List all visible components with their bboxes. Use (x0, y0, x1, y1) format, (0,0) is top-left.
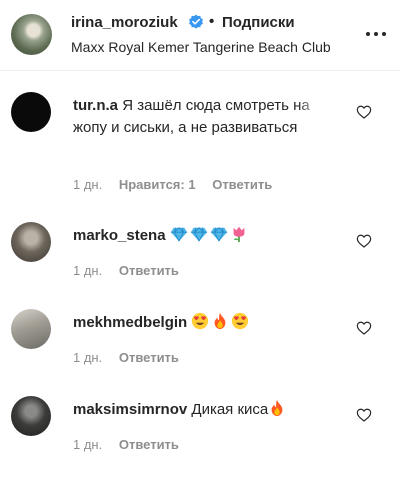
comment-text: marko_stena (73, 225, 343, 247)
comment-time[interactable]: 1 дн. (73, 263, 102, 278)
gem-icon (170, 227, 187, 242)
like-heart-icon[interactable] (356, 407, 372, 423)
comment-body: Дикая киса (191, 401, 269, 418)
gem-icon (210, 227, 227, 242)
author-username[interactable]: irina_moroziuk (71, 14, 178, 31)
more-options-icon[interactable] (366, 26, 388, 42)
commenter-username[interactable]: tur.n.a (73, 97, 118, 114)
like-heart-icon[interactable] (356, 104, 372, 120)
commenter-avatar[interactable] (11, 309, 51, 349)
location-link[interactable]: Maxx Royal Kemer Tangerine Beach Club (71, 39, 331, 55)
fire-icon (214, 312, 226, 330)
post-header: irina_moroziuk • Подписки Maxx Royal Kem… (0, 0, 400, 71)
verified-badge-icon (189, 14, 203, 29)
author-avatar[interactable] (11, 14, 52, 55)
separator-dot: • (209, 13, 215, 30)
reply-button[interactable]: Ответить (212, 177, 272, 192)
text-fade (298, 95, 322, 117)
reply-button[interactable]: Ответить (119, 350, 179, 365)
comment-likes[interactable]: Нравится: 1 (119, 177, 196, 192)
like-heart-icon[interactable] (356, 320, 372, 336)
comment-meta: 1 дн. Нравится: 1 Ответить (73, 177, 285, 192)
comment-text: maksimsimrnov Дикая киса (73, 399, 343, 421)
commenter-avatar[interactable] (11, 222, 51, 262)
comment-emojis (170, 226, 250, 244)
commenter-username[interactable]: marko_stena (73, 227, 166, 244)
fire-icon (271, 399, 283, 417)
comment-text: mekhmedbelgin (73, 312, 343, 334)
heart-eyes-icon (192, 312, 209, 330)
commenter-avatar[interactable] (11, 396, 51, 436)
like-heart-icon[interactable] (356, 233, 372, 249)
tulip-icon (233, 226, 245, 243)
reply-button[interactable]: Ответить (119, 263, 179, 278)
commenter-avatar[interactable] (11, 92, 51, 132)
comment-time[interactable]: 1 дн. (73, 350, 102, 365)
comment-meta: 1 дн. Ответить (73, 263, 192, 278)
heart-eyes-icon (232, 312, 249, 330)
following-button[interactable]: Подписки (222, 14, 295, 31)
reply-button[interactable]: Ответить (119, 437, 179, 452)
comment-meta: 1 дн. Ответить (73, 350, 192, 365)
gem-icon (190, 227, 207, 242)
comment-time[interactable]: 1 дн. (73, 437, 102, 452)
comment-text: tur.n.a Я зашёл сюда смотреть на жопу и … (73, 95, 318, 139)
comment-emojis (191, 312, 251, 331)
comment-time[interactable]: 1 дн. (73, 177, 102, 192)
comment-meta: 1 дн. Ответить (73, 437, 192, 452)
commenter-username[interactable]: maksimsimrnov (73, 401, 187, 418)
commenter-username[interactable]: mekhmedbelgin (73, 314, 187, 331)
